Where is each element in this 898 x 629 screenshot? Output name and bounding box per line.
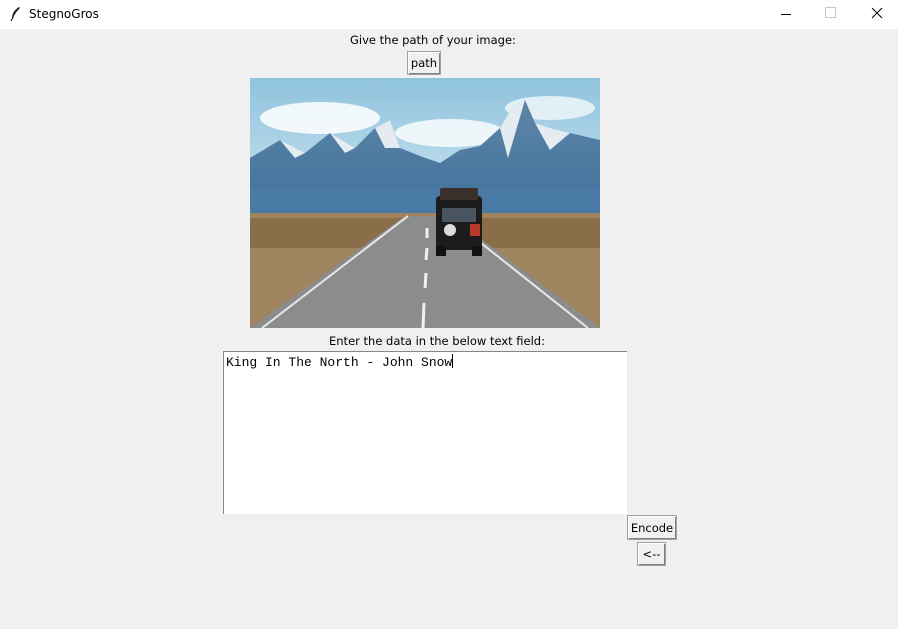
encode-button[interactable]: Encode xyxy=(627,515,677,540)
feather-icon xyxy=(8,6,24,22)
back-button[interactable]: <-- xyxy=(637,542,666,566)
path-button[interactable]: path xyxy=(407,51,441,75)
minimize-icon xyxy=(781,14,791,15)
maximize-icon xyxy=(825,7,836,18)
title-bar: StegnoGros xyxy=(0,0,898,29)
selected-image xyxy=(250,78,600,328)
close-button[interactable] xyxy=(854,0,898,29)
window-title: StegnoGros xyxy=(29,7,99,21)
minimize-button[interactable] xyxy=(763,0,809,29)
text-caret xyxy=(452,354,454,368)
data-prompt-label: Enter the data in the below text field: xyxy=(329,334,545,348)
close-icon xyxy=(871,7,883,19)
path-prompt-label: Give the path of your image: xyxy=(350,33,516,47)
message-text-field[interactable]: King In The North - John Snow xyxy=(223,351,627,514)
message-text: King In The North - John Snow xyxy=(226,355,453,370)
maximize-button[interactable] xyxy=(808,0,854,29)
